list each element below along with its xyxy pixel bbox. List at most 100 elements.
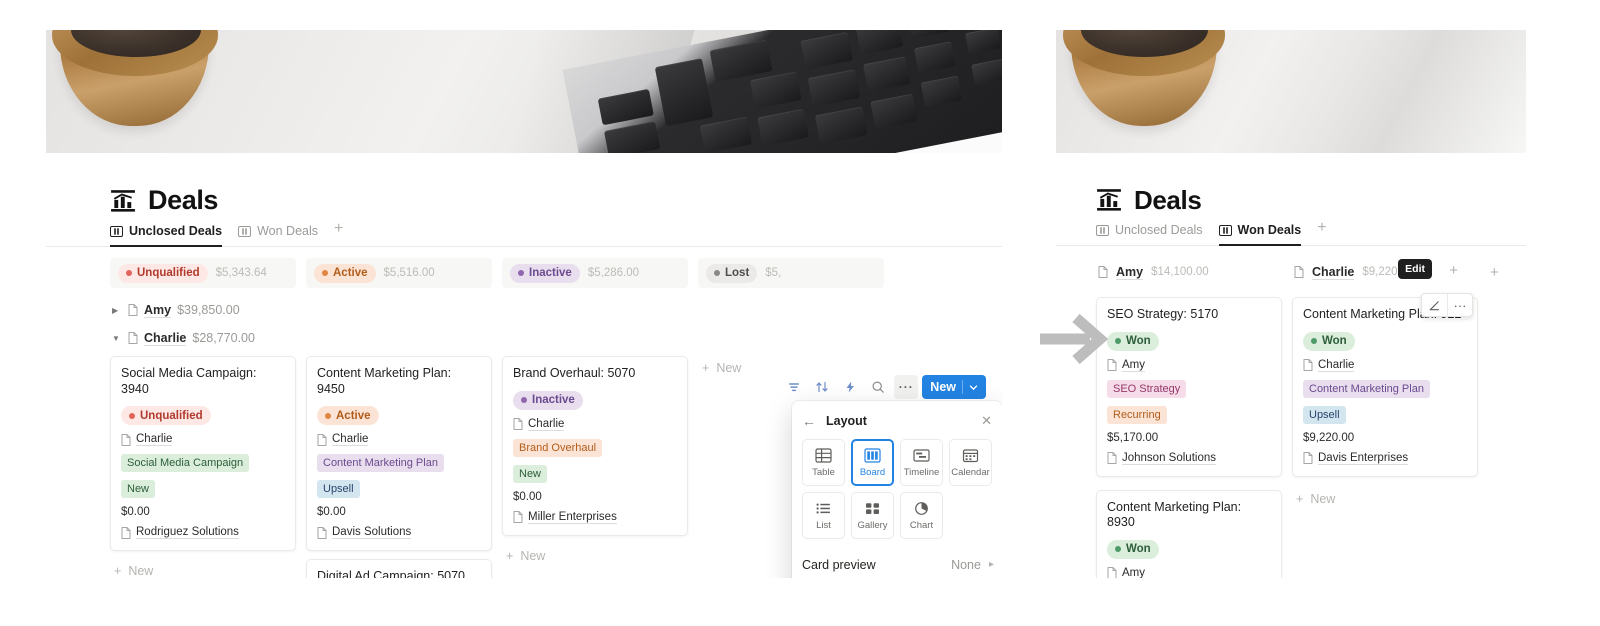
popover-header: ← Layout ✕: [792, 409, 1002, 439]
add-card-button[interactable]: + New: [502, 544, 688, 568]
board-icon: [864, 447, 881, 463]
popover-title: Layout: [826, 414, 867, 428]
board-card[interactable]: ··· Content Marketing Plan: 922 Won Char…: [1292, 293, 1478, 477]
layout-option-calendar[interactable]: Calendar: [949, 439, 992, 486]
option-card-preview[interactable]: Card preview None ▸: [792, 551, 1002, 578]
layout-option-gallery[interactable]: Gallery: [851, 492, 894, 539]
more-horizontal-icon[interactable]: ···: [1447, 294, 1472, 316]
status-dot: [1311, 338, 1317, 345]
add-card-button[interactable]: + New: [1292, 487, 1478, 511]
add-board-column-button[interactable]: +: [1490, 264, 1499, 281]
status-badge: Won: [1107, 331, 1159, 351]
group-row-charlie[interactable]: ▼ Charlie $28,770.00: [110, 324, 1002, 352]
automation-button[interactable]: [838, 375, 862, 399]
card-tag-1: SEO Strategy: [1107, 379, 1271, 398]
add-column-card-button[interactable]: +: [1449, 262, 1458, 279]
board-card[interactable]: Brand Overhaul: 5070 Inactive Charlie Br…: [502, 356, 688, 536]
board-card[interactable]: Social Media Campaign: 3940 Unqualified: [110, 356, 296, 552]
layout-popover: ← Layout ✕ Table Board Timeline Calendar…: [792, 401, 1002, 578]
tag: Content Marketing Plan: [317, 454, 444, 473]
column-header-add[interactable]: +: [1488, 257, 1518, 287]
company-name: Rodriguez Solutions: [136, 526, 239, 540]
tab-unclosed-deals[interactable]: Unclosed Deals: [1096, 223, 1203, 246]
layout-option-chart[interactable]: Chart: [900, 492, 943, 539]
layout-options-list: Card preview None ▸ Card size Medium ▸ W…: [792, 549, 1002, 578]
card-status: Won: [1303, 331, 1467, 351]
layout-option-table[interactable]: Table: [802, 439, 845, 486]
more-options-button[interactable]: ···: [894, 375, 919, 399]
board-view-icon: [238, 225, 252, 237]
layout-option-list[interactable]: List: [802, 492, 845, 539]
add-view-button[interactable]: +: [1317, 219, 1326, 245]
arrow-left-icon[interactable]: ←: [802, 414, 816, 428]
add-card-label: New: [128, 564, 154, 578]
group-row-amy[interactable]: ▶ Amy $39,850.00: [110, 296, 1002, 324]
board-column-lost: Lost $5,: [698, 258, 884, 296]
pencil-icon[interactable]: [1422, 294, 1447, 316]
plus-icon: +: [1296, 491, 1304, 506]
column-header[interactable]: Amy $14,100.00: [1096, 257, 1282, 287]
group-name: Amy: [144, 302, 172, 318]
board-view-icon: [110, 225, 123, 237]
company-name: Davis Solutions: [332, 526, 412, 540]
status-badge: Unqualified: [118, 263, 208, 283]
add-card-label: New: [716, 361, 742, 375]
caret-expanded-icon[interactable]: ▼: [112, 334, 122, 343]
table-icon: [815, 447, 832, 463]
status-dot: [1115, 338, 1121, 345]
search-button[interactable]: [866, 375, 890, 399]
tab-unclosed-deals[interactable]: Unclosed Deals: [110, 224, 223, 247]
tag: SEO Strategy: [1107, 379, 1187, 398]
filter-button[interactable]: [782, 375, 806, 399]
board-card[interactable]: Content Marketing Plan: 9450 Active Char…: [306, 356, 492, 552]
status-label: Won: [1126, 543, 1151, 556]
layout-option-board[interactable]: Board: [851, 439, 894, 486]
column-sum: $5,: [765, 267, 782, 279]
status-badge: Lost: [706, 263, 758, 283]
page-title: Deals: [148, 185, 219, 215]
plus-icon: +: [506, 548, 514, 563]
page-cover-image: [1056, 30, 1526, 153]
right-screenshot-panel: Deals Unclosed Deals Won Deals + Amy $14…: [1056, 30, 1526, 578]
board-card[interactable]: Content Marketing Plan: 8930 Won Amy: [1096, 489, 1282, 578]
new-record-button[interactable]: New: [922, 375, 986, 399]
card-title: Brand Overhaul: 5070: [513, 366, 636, 380]
card-amount: $9,220.00: [1303, 431, 1355, 444]
screenshot-stage: Deals Unclosed Deals Won Deals + ··· New…: [0, 0, 1600, 626]
board-column-unqualified: Unqualified $5,343.64: [110, 258, 296, 296]
tab-label: Won Deals: [257, 224, 319, 238]
board-column-active: Active $5,516.00: [306, 258, 492, 296]
card-status: Inactive: [513, 390, 677, 410]
status-badge: Won: [1107, 539, 1159, 559]
card-person: Charlie: [513, 418, 677, 431]
tab-label: Unclosed Deals: [129, 224, 223, 238]
status-label: Won: [1322, 335, 1347, 348]
tab-label: Unclosed Deals: [1115, 223, 1203, 237]
caret-collapsed-icon[interactable]: ▶: [112, 306, 122, 315]
tab-won-deals[interactable]: Won Deals: [238, 224, 318, 247]
board-column-body-charlie: ··· Content Marketing Plan: 922 Won Char…: [1292, 293, 1478, 578]
column-header[interactable]: Active $5,516.00: [306, 258, 492, 288]
add-view-button[interactable]: +: [334, 220, 343, 246]
board-card[interactable]: Digital Ad Campaign: 5070 Active: [306, 559, 492, 578]
layout-option-timeline[interactable]: Timeline: [900, 439, 943, 486]
sort-button[interactable]: [810, 375, 834, 399]
column-header[interactable]: Inactive $5,286.00: [502, 258, 688, 288]
column-header[interactable]: Unqualified $5,343.64: [110, 258, 296, 288]
board-card[interactable]: SEO Strategy: 5170 Won Amy SEO Strategy …: [1096, 297, 1282, 477]
pencil-icon-glyph: [1429, 300, 1440, 310]
divider: [962, 380, 963, 394]
add-card-button[interactable]: + New: [110, 559, 296, 578]
card-amount: $0.00: [121, 506, 150, 519]
sort-icon: [816, 381, 828, 393]
card-status: Active: [317, 406, 481, 426]
page-icon: [121, 526, 131, 539]
status-label: Lost: [725, 267, 750, 279]
chart-database-icon: [1097, 189, 1121, 211]
board-view-icon: [1096, 224, 1109, 236]
tab-won-deals[interactable]: Won Deals: [1218, 223, 1302, 246]
card-title: Digital Ad Campaign: 5070: [317, 569, 466, 578]
board-column-body-active: Content Marketing Plan: 9450 Active Char…: [306, 356, 492, 578]
close-icon[interactable]: ✕: [981, 413, 992, 429]
column-header[interactable]: Lost $5,: [698, 258, 884, 288]
